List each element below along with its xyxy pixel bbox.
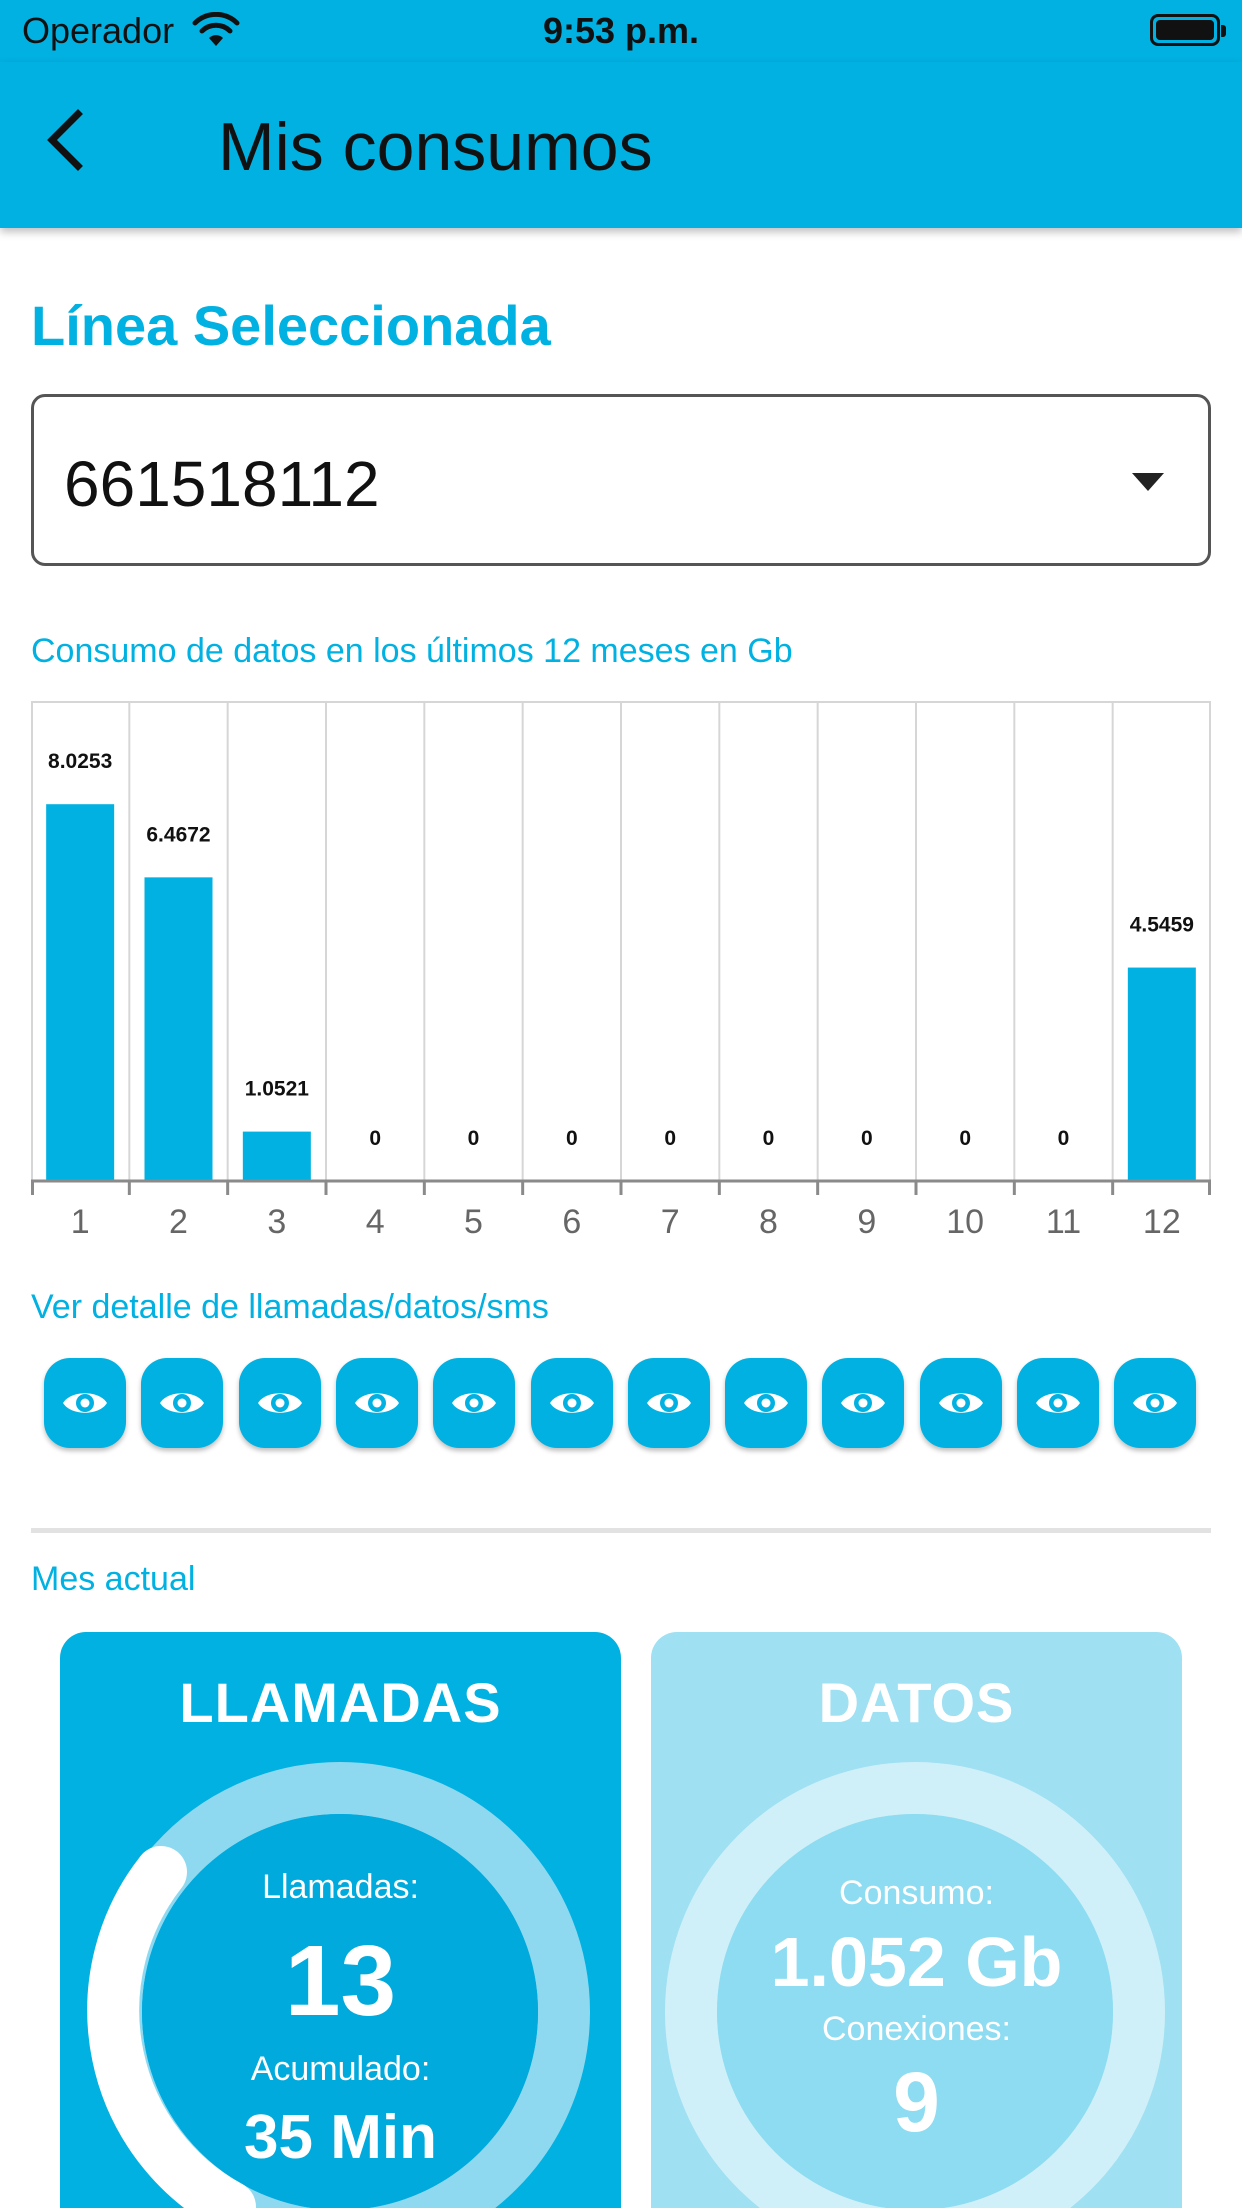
eye-icon xyxy=(1133,1393,1177,1413)
view-detail-button-11[interactable] xyxy=(1017,1358,1099,1448)
line-select-value: 661518112 xyxy=(64,448,380,520)
chart-data-label: 4.5459 xyxy=(1130,914,1194,937)
eye-icon xyxy=(63,1393,107,1413)
chart-data-label: 0 xyxy=(959,1127,971,1150)
data-card[interactable]: DATOS Consumo: 1.052 Gb Conexiones: 9 xyxy=(651,1632,1182,2208)
eye-icon xyxy=(452,1393,496,1413)
calls-count-label: Llamadas: xyxy=(262,1868,419,1906)
monthly-data-chart: 8.0253 1 6.4672 2 1.0521 3 0 4 0 5 0 6 0 7 0 8 0 9 0 10 0 11 4… xyxy=(31,701,1211,1241)
view-detail-button-3[interactable] xyxy=(239,1358,321,1448)
page-title: Mis consumos xyxy=(218,109,653,185)
chart-tick-label: 6 xyxy=(562,1203,581,1241)
eye-icon xyxy=(1036,1393,1080,1413)
chart-tick-label: 3 xyxy=(267,1203,286,1241)
detail-caption: Ver detalle de llamadas/datos/sms xyxy=(31,1288,549,1326)
caret-down-icon xyxy=(1132,473,1164,491)
eye-icon xyxy=(355,1393,399,1413)
eye-icon xyxy=(550,1393,594,1413)
current-month-caption: Mes actual xyxy=(31,1560,196,1598)
view-detail-button-10[interactable] xyxy=(920,1358,1002,1448)
line-select-dropdown[interactable]: 661518112 xyxy=(31,394,1211,566)
calls-card[interactable]: LLAMADAS Llamadas: 13 Acumulado: 35 Min xyxy=(60,1632,621,2208)
chart-data-label: 8.0253 xyxy=(48,750,112,773)
eye-icon xyxy=(258,1393,302,1413)
eye-icon xyxy=(647,1393,691,1413)
chart-tick-label: 11 xyxy=(1046,1203,1081,1241)
chart-data-label: 1.0521 xyxy=(245,1078,310,1101)
chart-bar xyxy=(242,1131,311,1181)
status-bar: Operador 9:53 p.m. xyxy=(0,0,1242,62)
view-detail-button-6[interactable] xyxy=(531,1358,613,1448)
view-detail-button-2[interactable] xyxy=(141,1358,223,1448)
chart-bar xyxy=(1127,967,1196,1181)
calls-count-value: 13 xyxy=(284,1925,397,2037)
eye-icon xyxy=(160,1393,204,1413)
view-detail-button-9[interactable] xyxy=(822,1358,904,1448)
eye-icon xyxy=(939,1393,983,1413)
view-detail-button-1[interactable] xyxy=(44,1358,126,1448)
chart-data-label: 0 xyxy=(1058,1127,1070,1150)
view-detail-button-12[interactable] xyxy=(1114,1358,1196,1448)
view-detail-button-4[interactable] xyxy=(336,1358,418,1448)
chart-tick-label: 10 xyxy=(946,1203,984,1241)
chart-data-label: 0 xyxy=(763,1127,775,1150)
view-detail-button-5[interactable] xyxy=(433,1358,515,1448)
data-card-title: DATOS xyxy=(818,1671,1015,1734)
chart-tick-label: 2 xyxy=(169,1203,188,1241)
chart-data-label: 0 xyxy=(664,1127,676,1150)
chart-bar xyxy=(144,877,213,1181)
view-detail-button-8[interactable] xyxy=(725,1358,807,1448)
chart-data-label: 6.4672 xyxy=(146,823,210,846)
data-consumption-label: Consumo: xyxy=(839,1874,994,1912)
status-time: 9:53 p.m. xyxy=(542,10,700,51)
selected-line-heading: Línea Seleccionada xyxy=(31,294,551,357)
chart-tick-label: 8 xyxy=(759,1203,778,1241)
chevron-left-icon xyxy=(47,109,83,171)
calls-accum-label: Acumulado: xyxy=(250,2050,431,2088)
detail-button-row xyxy=(44,1358,1198,1450)
calls-accum-value: 35 Min xyxy=(244,2103,437,2172)
chart-tick-label: 7 xyxy=(661,1203,680,1241)
eye-icon xyxy=(744,1393,788,1413)
chart-tick-label: 5 xyxy=(464,1203,483,1241)
eye-icon xyxy=(841,1393,885,1413)
chart-data-label: 0 xyxy=(566,1127,578,1150)
chart-tick-label: 4 xyxy=(366,1203,385,1241)
calls-card-title: LLAMADAS xyxy=(179,1671,502,1734)
chart-data-label: 0 xyxy=(468,1127,480,1150)
back-button[interactable] xyxy=(30,100,110,180)
chart-data-label: 0 xyxy=(861,1127,873,1150)
chart-tick-label: 12 xyxy=(1143,1203,1181,1241)
data-consumption-value: 1.052 Gb xyxy=(770,1923,1063,2001)
view-detail-button-7[interactable] xyxy=(628,1358,710,1448)
divider xyxy=(31,1528,1211,1533)
data-connections-label: Conexiones: xyxy=(821,2010,1011,2048)
chart-bar xyxy=(46,804,115,1181)
chart-tick-label: 1 xyxy=(71,1203,90,1241)
chart-tick-label: 9 xyxy=(857,1203,876,1241)
app-bar: Mis consumos xyxy=(0,62,1242,228)
chart-caption: Consumo de datos en los últimos 12 meses… xyxy=(31,632,793,670)
battery-icon xyxy=(1150,14,1226,46)
data-connections-value: 9 xyxy=(893,2055,940,2149)
chart-data-label: 0 xyxy=(369,1127,381,1150)
